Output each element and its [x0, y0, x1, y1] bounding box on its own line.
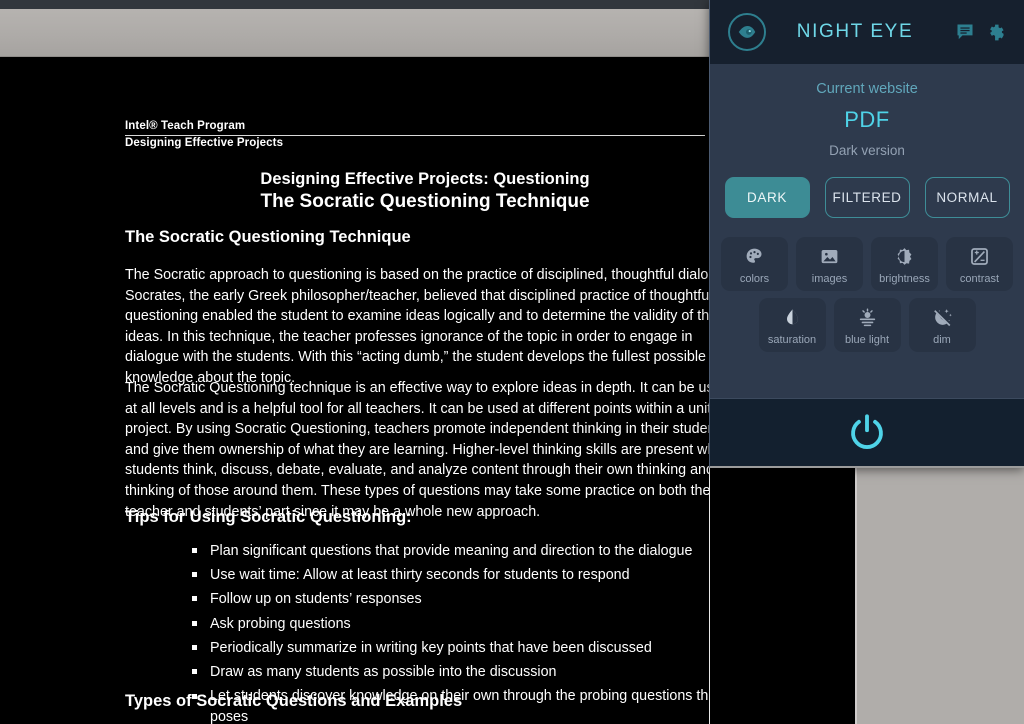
- current-website-label: Current website: [816, 81, 918, 97]
- list-item: Follow up on students’ responses: [162, 587, 709, 611]
- tile-blue-light[interactable]: blue light: [833, 298, 901, 352]
- night-eye-header: NIGHT EYE: [710, 0, 1024, 64]
- version-label: Dark version: [829, 143, 905, 158]
- list-item: Draw as many students as possible into t…: [162, 660, 709, 684]
- current-website-value: PDF: [844, 107, 890, 132]
- mode-button-dark[interactable]: DARK: [724, 177, 810, 218]
- saturation-icon: [782, 305, 803, 331]
- tile-brightness[interactable]: brightness: [871, 237, 938, 291]
- section-heading-types-of-questions: Types of Socratic Questions and Examples: [125, 692, 463, 710]
- power-icon[interactable]: [845, 411, 889, 455]
- tile-images[interactable]: images: [796, 237, 863, 291]
- tile-label: colors: [739, 272, 770, 285]
- tile-label: brightness: [879, 272, 930, 285]
- section-heading-socratic-technique: The Socratic Questioning Technique: [125, 228, 411, 246]
- screen: Intel® Teach Program Designing Effective…: [0, 0, 1024, 724]
- contrast-icon: [969, 244, 990, 270]
- document-title-line-1: Designing Effective Projects: Questionin…: [260, 170, 590, 188]
- night-eye-popup: NIGHT EYE Current website PDF Dark versi…: [709, 0, 1024, 468]
- adjustment-row-2: saturation blue light dim: [710, 298, 1024, 352]
- dim-off-icon: [931, 305, 954, 331]
- mode-button-filtered[interactable]: FILTERED: [824, 177, 910, 218]
- tile-colors[interactable]: colors: [721, 237, 788, 291]
- tile-saturation[interactable]: saturation: [758, 298, 826, 352]
- pdf-page-content: Intel® Teach Program Designing Effective…: [0, 57, 710, 724]
- document-header-rule: [125, 135, 705, 136]
- document-title-line-2: The Socratic Questioning Technique: [260, 191, 590, 212]
- tile-label: blue light: [844, 333, 890, 346]
- list-item: Ask probing questions: [162, 612, 709, 636]
- blue-light-off-icon: [856, 305, 879, 331]
- list-item: Use wait time: Allow at least thirty sec…: [162, 563, 709, 587]
- list-item: Plan significant questions that provide …: [162, 539, 709, 563]
- tile-label: saturation: [767, 333, 817, 346]
- mode-selector: DARK FILTERED NORMAL: [710, 177, 1024, 218]
- document-header-subtitle: Designing Effective Projects: [125, 137, 284, 149]
- tile-label: dim: [933, 333, 951, 346]
- palette-icon: [744, 244, 765, 270]
- night-eye-body: Current website PDF Dark version DARK FI…: [710, 81, 1024, 417]
- adjustment-tiles: colors images brightness contrast satura…: [710, 237, 1024, 352]
- image-icon: [819, 244, 840, 270]
- night-eye-footer: [710, 398, 1024, 466]
- document-header-program: Intel® Teach Program: [125, 120, 246, 132]
- paragraph-technique-effectiveness: The Socratic Questioning technique is an…: [125, 380, 710, 520]
- night-eye-brand: NIGHT EYE: [796, 21, 914, 42]
- list-item: Periodically summarize in writing key po…: [162, 636, 709, 660]
- tile-label: contrast: [959, 272, 1000, 285]
- gear-icon[interactable]: [980, 22, 1010, 43]
- tile-contrast[interactable]: contrast: [946, 237, 1013, 291]
- mode-button-normal[interactable]: NORMAL: [924, 177, 1010, 218]
- tile-label: images: [811, 272, 848, 285]
- adjustment-row-1: colors images brightness contrast: [710, 237, 1024, 291]
- message-icon[interactable]: [950, 22, 980, 42]
- tile-dim[interactable]: dim: [908, 298, 976, 352]
- paragraph-socratic-approach: The Socratic approach to questioning is …: [125, 267, 710, 386]
- section-heading-tips: Tips for Using Socratic Questioning:: [125, 508, 412, 526]
- brightness-icon: [894, 244, 915, 270]
- document-title-block: Designing Effective Projects: Questionin…: [125, 169, 709, 214]
